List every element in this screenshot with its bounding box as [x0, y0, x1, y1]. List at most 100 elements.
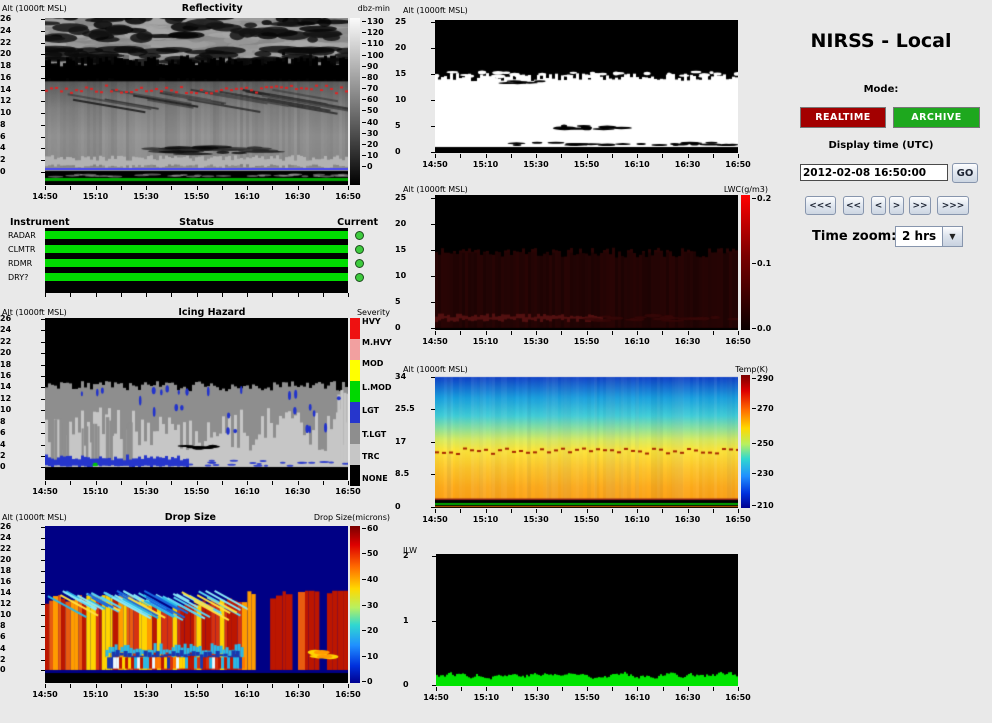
x-tick [688, 331, 689, 335]
x-tick [738, 509, 739, 513]
colorbar-tick-label: 30 [362, 601, 378, 610]
nav-forward-medium-button[interactable]: >> [909, 196, 931, 215]
nav-back-button[interactable]: < [871, 196, 886, 215]
colorbar-tick-label: 10 [362, 151, 378, 160]
x-tick [146, 293, 147, 297]
x-tick-label: 15:30 [523, 515, 548, 524]
x-tick-label: 16:50 [725, 515, 750, 524]
realtime-button[interactable]: REALTIME [800, 107, 886, 128]
x-tick-label: 15:30 [133, 487, 158, 496]
reflectivity-header: Alt (1000ft MSL) Reflectivity dbz-min [2, 4, 390, 14]
colorbar-tick-label: 290 [752, 374, 774, 383]
x-tick [298, 293, 299, 297]
colorbar-tick-label: LGT [362, 406, 379, 415]
colorbar-tick-label: 210 [752, 501, 774, 510]
y-tick-label: 15 [395, 245, 429, 255]
y-tick-label: 0 [403, 680, 430, 690]
icing-header: Alt (1000ft MSL) Icing Hazard Severity [2, 308, 390, 318]
x-tick [70, 481, 71, 485]
chevron-down-icon[interactable]: ▼ [942, 227, 962, 246]
x-tick [460, 331, 461, 335]
x-tick [536, 509, 537, 513]
x-tick-label: 15:10 [83, 487, 108, 496]
colorbar-tick-label: HVY [362, 317, 381, 326]
colorbar-tick-label: 90 [362, 62, 378, 71]
severity-segment [350, 402, 360, 423]
time-zoom-select[interactable]: 2 hrs ▼ [895, 226, 963, 247]
y-tick-label: 14 [0, 382, 39, 392]
lwc-header: Alt (1000ft MSL) LWC(g/m3) [403, 185, 768, 195]
severity-segment [350, 339, 360, 360]
colorbar-tick-label: 130 [362, 17, 384, 26]
colorbar-tick-label: 60 [362, 524, 378, 533]
x-tick [121, 186, 122, 190]
colorbar-tick-label: 270 [752, 404, 774, 413]
x-tick [562, 687, 563, 691]
y-tick-label: 20 [395, 219, 429, 229]
x-tick [511, 331, 512, 335]
x-tick [460, 509, 461, 513]
icing-plot-canvas [45, 318, 348, 480]
y-tick-label: 12 [0, 394, 39, 404]
y-tick-label: 18 [0, 566, 39, 576]
y-tick-label: 22 [0, 544, 39, 554]
x-tick-label: 16:50 [335, 192, 360, 201]
y-tick-label: 16 [0, 371, 39, 381]
x-tick-label: 16:10 [234, 192, 259, 201]
colorbar-tick [362, 605, 366, 606]
y-tick-label: 12 [0, 599, 39, 609]
nav-forward-button[interactable]: > [889, 196, 904, 215]
y-tick-label: 16 [0, 577, 39, 587]
y-tick-label: 8 [0, 621, 39, 631]
y-tick-label: 8 [0, 417, 39, 427]
x-tick [612, 687, 613, 691]
x-tick [435, 509, 436, 513]
x-tick-label: 16:30 [285, 690, 310, 699]
x-tick [222, 293, 223, 297]
y-tick-label: 34 [395, 372, 429, 382]
dropsize-colorbar [350, 526, 360, 683]
x-tick-label: 14:50 [32, 487, 57, 496]
status-led-dry [355, 273, 364, 282]
x-tick [247, 481, 248, 485]
colorbar-tick [752, 473, 756, 474]
archive-button[interactable]: ARCHIVE [893, 107, 980, 128]
x-tick [70, 293, 71, 297]
reflectivity-alt-label: Alt (1000ft MSL) [2, 4, 67, 14]
x-tick [688, 509, 689, 513]
nav-forward-fast-button[interactable]: >>> [937, 196, 969, 215]
colorbar-tick-label: 0 [362, 162, 373, 171]
display-time-input[interactable] [800, 164, 948, 181]
x-tick-label: 16:10 [624, 160, 649, 169]
colorbar-tick [362, 55, 366, 56]
x-tick [96, 293, 97, 297]
colorbar-tick [362, 133, 366, 134]
colorbar-tick [362, 110, 366, 111]
go-button[interactable]: GO [952, 163, 978, 183]
x-tick [298, 186, 299, 190]
status-bar-clmtr [45, 245, 348, 253]
x-tick [197, 293, 198, 297]
x-tick [146, 684, 147, 688]
nav-back-medium-button[interactable]: << [843, 196, 864, 215]
x-tick [536, 154, 537, 158]
icing-severity-labels: HVYM.HVYMODL.MODLGTT.LGTTRCNONE [362, 318, 396, 486]
x-tick [171, 684, 172, 688]
x-tick [45, 684, 46, 688]
x-tick [738, 687, 739, 691]
reflectivity-plot-canvas [45, 18, 348, 185]
y-tick-label: 6 [0, 132, 39, 142]
y-tick-label: 2 [0, 155, 39, 165]
nav-back-fast-button[interactable]: <<< [805, 196, 836, 215]
colorbar-tick [362, 77, 366, 78]
colorbar-tick-label: 50 [362, 549, 378, 558]
x-tick-label: 15:10 [473, 515, 498, 524]
ilw-y-axis: 210 [403, 554, 436, 686]
x-tick [323, 293, 324, 297]
x-tick [637, 154, 638, 158]
colorbar-tick-label: 120 [362, 28, 384, 37]
status-bar-rdmr [45, 259, 348, 267]
colorbar-tick-label: T.LGT [362, 430, 386, 439]
y-tick-label: 14 [0, 85, 39, 95]
x-tick [247, 186, 248, 190]
